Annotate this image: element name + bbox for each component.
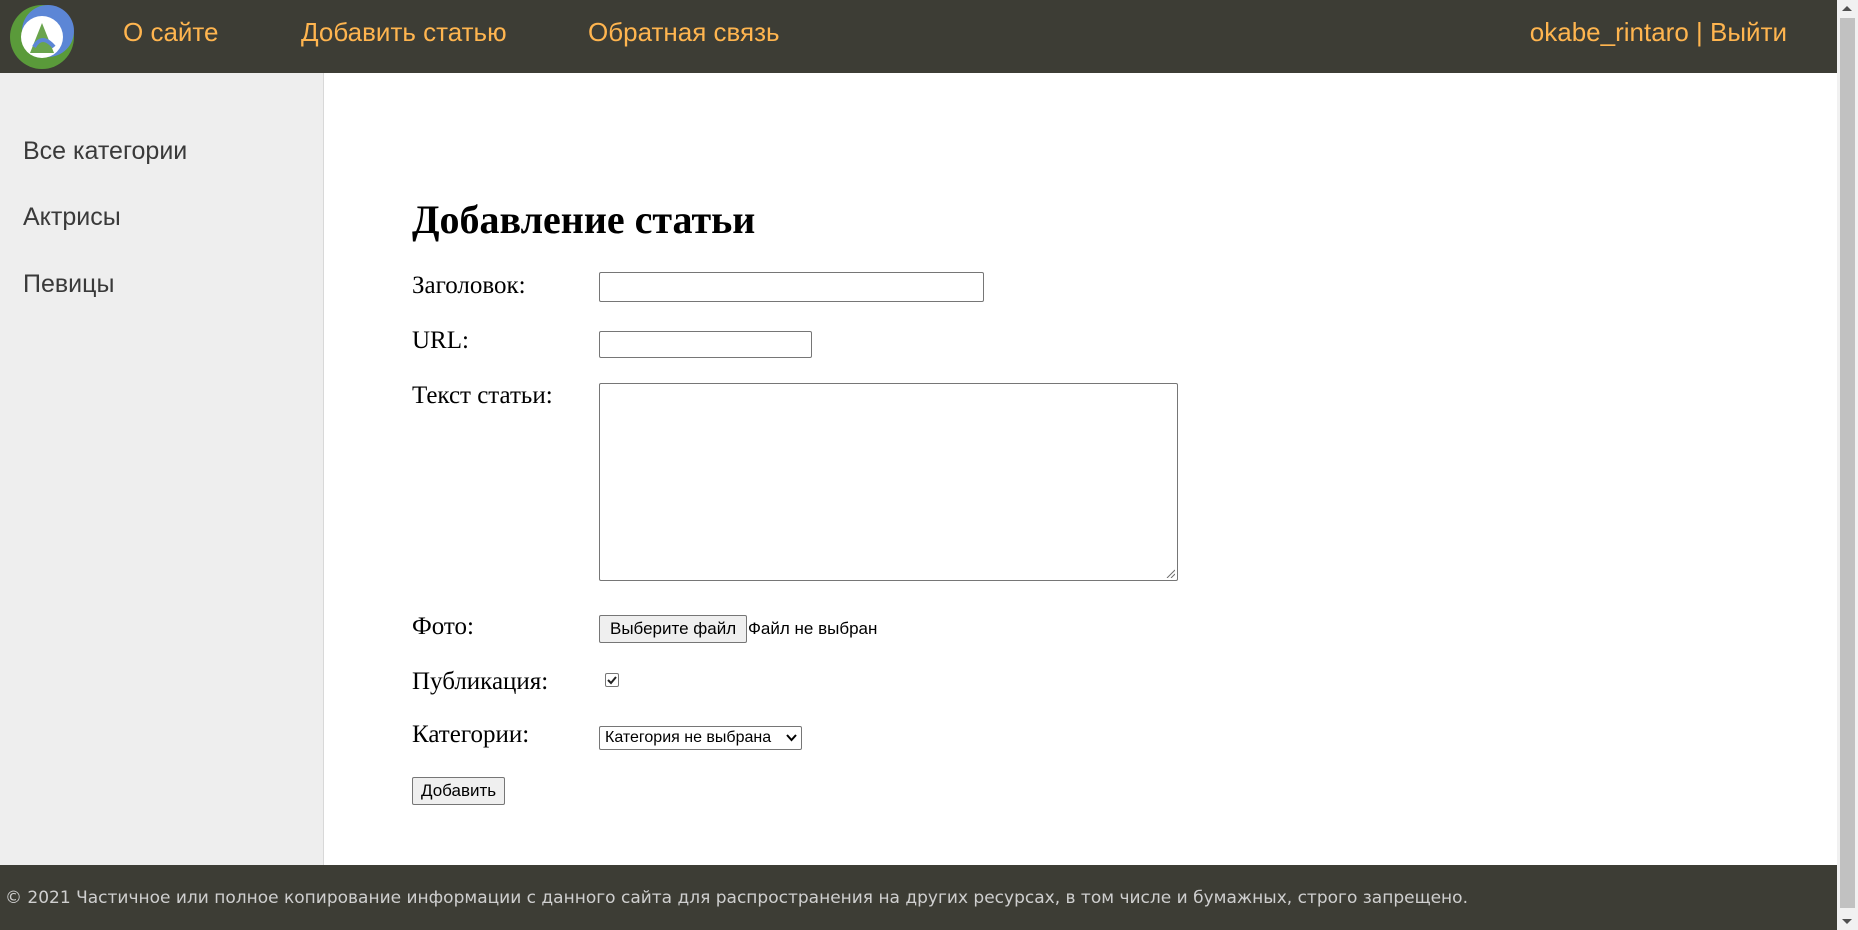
logout-link[interactable]: Выйти bbox=[1710, 17, 1787, 47]
category-select[interactable]: Категория не выбрана bbox=[599, 726, 802, 750]
nav-link-add-article[interactable]: Добавить статью bbox=[301, 17, 507, 48]
sidebar: Все категории Актрисы Певицы bbox=[0, 73, 324, 865]
footer-copyright: © 2021 Частичное или полное копирование … bbox=[5, 888, 1468, 908]
content-field-label: Текст статьи: bbox=[412, 382, 553, 409]
scroll-up-icon[interactable] bbox=[1842, 6, 1852, 11]
publish-checkbox[interactable] bbox=[605, 673, 619, 687]
scroll-down-icon[interactable] bbox=[1842, 919, 1852, 924]
submit-button[interactable]: Добавить bbox=[412, 777, 506, 805]
category-select-value: Категория не выбрана bbox=[605, 729, 772, 746]
site-logo-icon[interactable] bbox=[8, 3, 76, 71]
user-separator: | bbox=[1696, 17, 1703, 47]
footer: © 2021 Частичное или полное копирование … bbox=[0, 865, 1837, 930]
scrollbar-thumb[interactable] bbox=[1840, 18, 1855, 908]
choose-file-button[interactable]: Выберите файл bbox=[599, 615, 748, 643]
sidebar-item-actresses[interactable]: Актрисы bbox=[23, 203, 121, 232]
nav-link-feedback[interactable]: Обратная связь bbox=[588, 17, 780, 48]
url-input[interactable] bbox=[599, 331, 812, 358]
title-input[interactable] bbox=[599, 272, 984, 302]
content-textarea[interactable] bbox=[599, 383, 1178, 581]
title-field-label: Заголовок: bbox=[412, 272, 526, 299]
username-link[interactable]: okabe_rintaro bbox=[1530, 17, 1689, 47]
top-navbar: О сайте Добавить статью Обратная связь o… bbox=[0, 0, 1837, 73]
nav-link-about[interactable]: О сайте bbox=[123, 17, 219, 48]
sidebar-item-singers[interactable]: Певицы bbox=[23, 270, 114, 299]
user-area: okabe_rintaro | Выйти bbox=[1530, 17, 1787, 48]
url-field-label: URL: bbox=[412, 327, 469, 354]
publish-field-label: Публикация: bbox=[412, 668, 549, 695]
page-scrollbar[interactable] bbox=[1837, 0, 1858, 930]
checkmark-icon bbox=[607, 676, 617, 685]
resize-grip-icon[interactable] bbox=[1165, 568, 1175, 578]
photo-field-label: Фото: bbox=[412, 613, 474, 640]
category-field-label: Категории: bbox=[412, 721, 530, 748]
file-status-text: Файл не выбран bbox=[748, 619, 878, 638]
page-title: Добавление статьи bbox=[412, 197, 756, 242]
sidebar-item-all-categories[interactable]: Все категории bbox=[23, 137, 187, 166]
chevron-down-icon bbox=[786, 734, 797, 742]
